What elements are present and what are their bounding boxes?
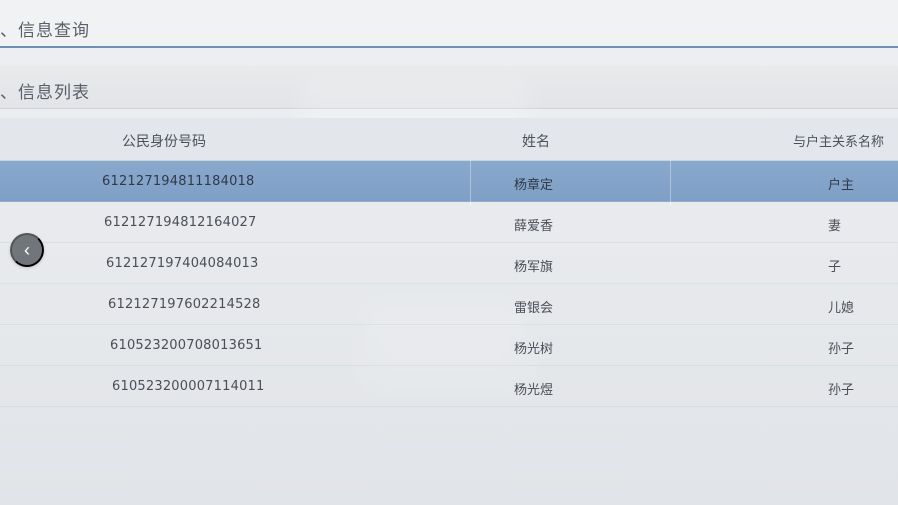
cell-id: 612127194812164027 [104,215,257,230]
cell-name: 薛爱香 [514,219,554,234]
chevron-left-icon: ‹ [24,240,30,260]
cell-name: 杨章定 [514,178,554,193]
table-header: 公民身份号码 姓名 与户主关系名称 [0,118,898,161]
table-row[interactable]: 610523200708013651 杨光树 孙子 [0,325,898,366]
cell-relation: 妻 [828,219,842,234]
table-row[interactable]: 612127197404084013 杨军旗 子 [0,243,898,284]
cell-name: 杨光树 [514,342,554,357]
section-header: 、信息列表 [0,66,898,109]
column-divider [470,160,471,206]
table-row[interactable]: 612127194811184018 杨章定 户主 [0,161,898,202]
cell-name: 杨军旗 [514,260,554,275]
section-title: 、信息列表 [0,83,90,103]
back-button[interactable]: ‹ [10,233,44,267]
cell-id: 610523200708013651 [110,338,263,353]
top-bar: 、信息查询 [0,0,898,48]
cell-relation: 子 [828,260,842,275]
cell-relation: 儿媳 [828,301,855,316]
results-table: 公民身份号码 姓名 与户主关系名称 612127194811184018 杨章定… [0,118,898,407]
cell-id: 612127197404084013 [106,256,259,271]
cell-name: 雷银会 [514,301,554,316]
cell-id: 612127197602214528 [108,297,261,312]
column-divider [670,160,671,206]
column-relation: 与户主关系名称 [793,135,885,150]
cell-id: 612127194811184018 [102,174,255,189]
page-title: 、信息查询 [0,21,90,41]
column-id: 公民身份号码 [122,134,206,150]
table-row[interactable]: 610523200007114011 杨光煜 孙子 [0,366,898,407]
cell-name: 杨光煜 [514,383,554,398]
cell-relation: 孙子 [828,383,855,398]
column-name: 姓名 [522,134,550,150]
cell-relation: 户主 [828,178,855,193]
cell-id: 610523200007114011 [112,379,265,394]
table-row[interactable]: 612127194812164027 薛爱香 妻 [0,202,898,243]
cell-relation: 孙子 [828,342,855,357]
table-row[interactable]: 612127197602214528 雷银会 儿媳 [0,284,898,325]
page: 、信息查询 、信息列表 公民身份号码 姓名 与户主关系名称 6121271948… [0,0,898,505]
